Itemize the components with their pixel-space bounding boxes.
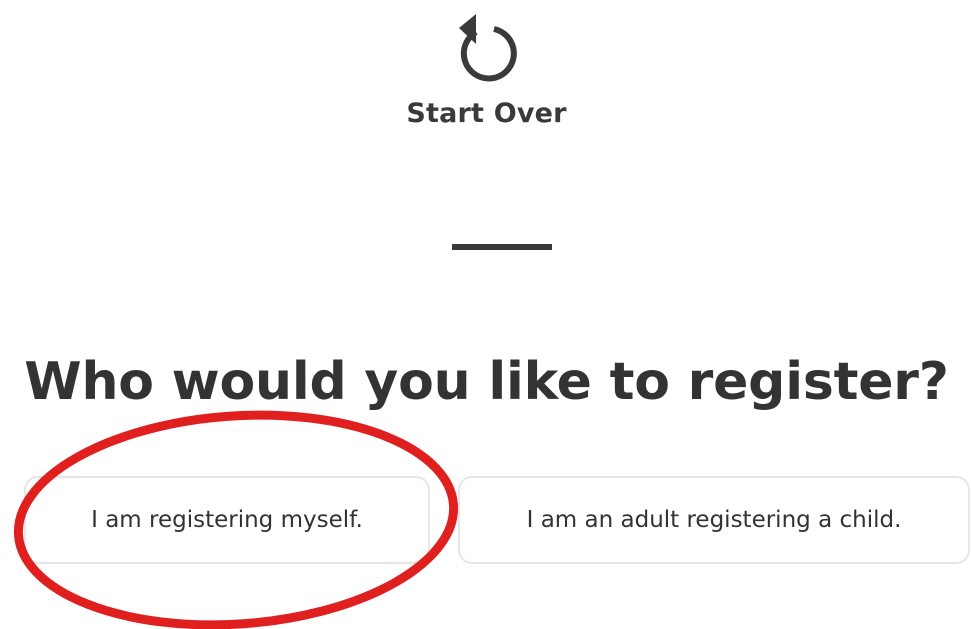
start-over-label: Start Over (406, 98, 567, 129)
register-myself-button[interactable]: I am registering myself. (24, 476, 430, 564)
refresh-icon (458, 14, 517, 82)
page-title: Who would you like to register? (24, 352, 949, 412)
divider (452, 244, 552, 250)
register-myself-label: I am registering myself. (91, 507, 363, 533)
register-child-button[interactable]: I am an adult registering a child. (458, 476, 970, 564)
register-child-label: I am an adult registering a child. (526, 507, 902, 533)
start-over-button[interactable]: Start Over (0, 10, 973, 129)
